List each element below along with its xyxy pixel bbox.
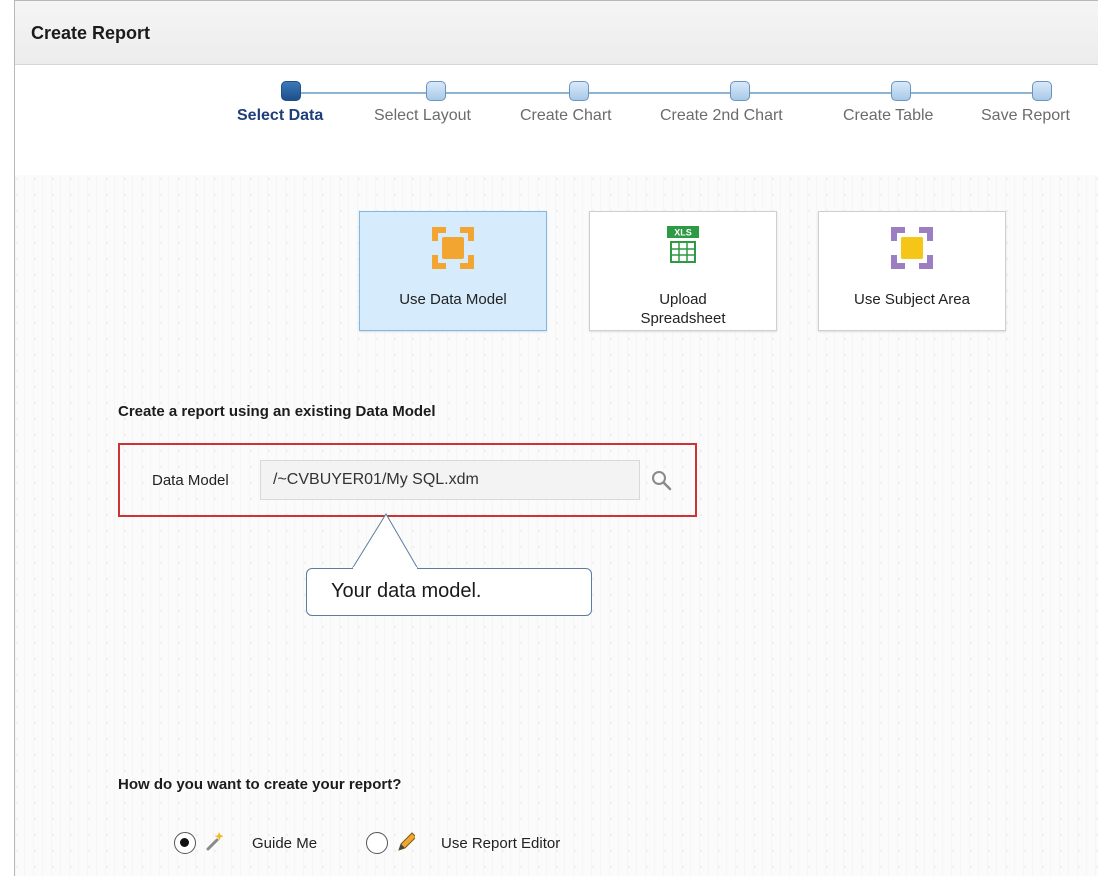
step-stop-create-table[interactable] (891, 81, 911, 101)
callout-text: Your data model. (331, 580, 482, 602)
step-label-save-report[interactable]: Save Report (981, 107, 1070, 125)
wand-icon (206, 832, 224, 851)
pencil-icon (398, 832, 415, 851)
step-label-create-table[interactable]: Create Table (843, 107, 933, 125)
create-report-panel: Create Report Select Data Select Layout … (14, 0, 1098, 876)
upload-spreadsheet-label-line1: Upload (659, 291, 707, 308)
xls-badge: XLS (674, 228, 692, 238)
use-report-editor-radio[interactable] (366, 832, 388, 854)
step-stop-select-layout[interactable] (426, 81, 446, 101)
step-stop-save-report[interactable] (1032, 81, 1052, 101)
step-label-create-2nd-chart[interactable]: Create 2nd Chart (660, 107, 783, 125)
guide-me-label[interactable]: Guide Me (252, 835, 317, 852)
train-connector (291, 92, 1041, 94)
step-label-select-data[interactable]: Select Data (237, 107, 323, 125)
data-model-field[interactable] (260, 460, 640, 500)
step-label-create-chart[interactable]: Create Chart (520, 107, 612, 125)
create-method-heading: How do you want to create your report? (118, 776, 402, 793)
upload-spreadsheet-label-line2: Spreadsheet (640, 310, 726, 327)
use-subject-area-label: Use Subject Area (854, 291, 970, 308)
use-report-editor-label[interactable]: Use Report Editor (441, 835, 560, 852)
data-model-label: Data Model (152, 472, 229, 489)
step-stop-select-data[interactable] (281, 81, 301, 101)
data-model-callout: Your data model. (306, 568, 592, 616)
step-label-select-layout[interactable]: Select Layout (374, 107, 471, 125)
page-title: Create Report (31, 23, 151, 43)
data-model-section-heading: Create a report using an existing Data M… (118, 403, 436, 420)
step-stop-create-chart[interactable] (569, 81, 589, 101)
guide-me-radio[interactable] (174, 832, 196, 854)
use-data-model-button[interactable]: Use Data Model (359, 211, 547, 331)
data-model-icon (432, 227, 474, 269)
title-bar: Create Report (15, 1, 1098, 65)
search-icon[interactable] (650, 469, 674, 493)
use-data-model-label: Use Data Model (399, 291, 507, 308)
step-stop-create-2nd-chart[interactable] (730, 81, 750, 101)
wizard-train: Select Data Select Layout Create Chart C… (15, 65, 1098, 175)
use-subject-area-button[interactable]: Use Subject Area (818, 211, 1006, 331)
subject-area-icon (891, 227, 933, 269)
upload-spreadsheet-button[interactable]: XLS Upload Spreadsheet (589, 211, 777, 331)
spreadsheet-icon: XLS (667, 226, 699, 263)
